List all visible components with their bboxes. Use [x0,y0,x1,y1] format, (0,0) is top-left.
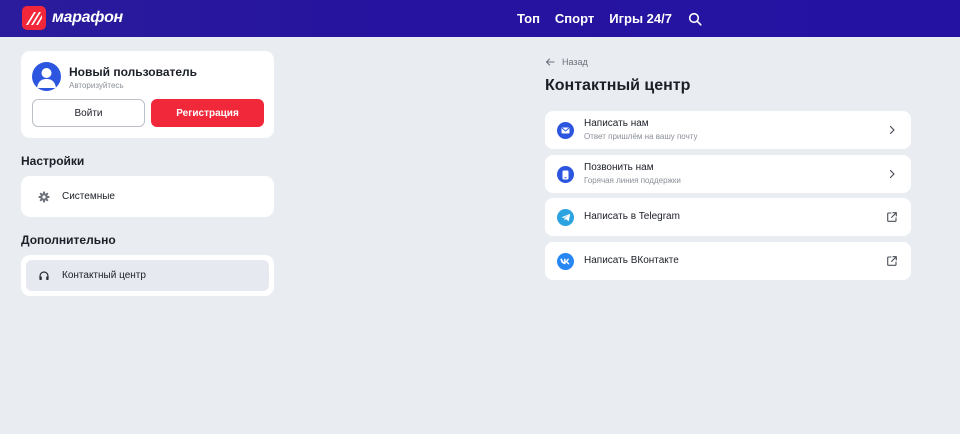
user-subtitle: Авторизуйтесь [69,81,124,90]
menu-item-contact-center[interactable]: Контактный центр [26,260,269,291]
nav-item-sport[interactable]: Спорт [555,11,594,26]
chevron-right-icon [889,169,895,179]
user-icon [37,68,56,88]
menu-item-system[interactable]: Системные [26,181,269,212]
contact-item-email[interactable]: Написать нам Ответ пришлём на вашу почту [545,111,911,149]
back-label: Назад [562,57,588,67]
extra-card: Контактный центр [21,255,274,296]
contact-item-subtitle: Горячая линия поддержки [584,176,681,185]
external-link-icon [887,212,897,222]
external-link-icon [887,256,897,266]
contact-item-subtitle: Ответ пришлём на вашу почту [584,132,698,141]
gear-icon [37,190,51,204]
nav-item-games[interactable]: Игры 24/7 [609,11,672,26]
contact-item-vk[interactable]: Написать ВКонтакте [545,242,911,280]
avatar [32,62,61,91]
login-button[interactable]: Войти [32,99,145,127]
user-name: Новый пользователь [69,65,198,79]
arrow-left-icon [545,58,555,66]
contact-item-title: Написать нам [584,118,649,129]
mail-icon [557,122,574,139]
menu-item-label: Системные [62,191,115,202]
contact-item-title: Написать в Telegram [584,211,680,222]
extra-heading: Дополнительно [21,233,116,247]
nav-item-top[interactable]: Топ [517,11,540,26]
logo[interactable]: марафон [22,6,123,30]
contact-item-title: Позвонить нам [584,162,654,173]
headset-icon [37,269,51,283]
vk-icon [557,253,574,270]
phone-icon [557,166,574,183]
register-button[interactable]: Регистрация [151,99,264,127]
settings-heading: Настройки [21,154,85,168]
settings-card: Системные [21,176,274,217]
contact-item-phone[interactable]: Позвонить нам Горячая линия поддержки [545,155,911,193]
logo-text: марафон [52,9,123,26]
search-icon[interactable] [688,12,702,26]
contact-item-title: Написать ВКонтакте [584,255,679,266]
logo-mark-icon [22,6,46,30]
main-nav: Топ Спорт Игры 24/7 [517,11,702,26]
contact-item-telegram[interactable]: Написать в Telegram [545,198,911,236]
top-bar: марафон Топ Спорт Игры 24/7 [0,0,960,37]
user-card: Новый пользователь Авторизуйтесь Войти Р… [21,51,274,138]
chevron-right-icon [889,125,895,135]
back-link[interactable]: Назад [545,57,588,67]
menu-item-label: Контактный центр [62,270,146,281]
page-title: Контактный центр [545,77,691,94]
telegram-icon [557,209,574,226]
